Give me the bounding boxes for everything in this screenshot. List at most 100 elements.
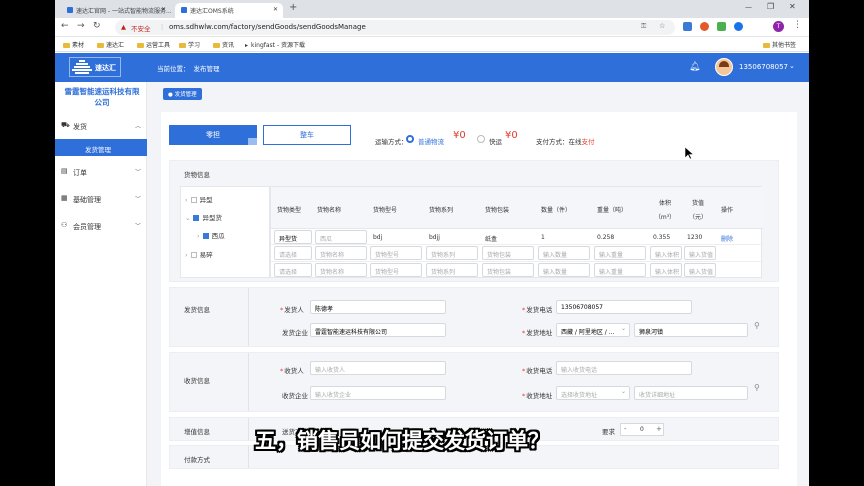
sidebar-item-basic[interactable]: ▦ 基础管理 ﹀ [55, 191, 147, 207]
receiver-company-input[interactable]: 输入收货企业 [310, 386, 446, 400]
back-icon[interactable]: ← [61, 21, 69, 31]
tab-ltl[interactable]: 零担 [169, 125, 257, 145]
delete-link[interactable]: 删除 [721, 234, 733, 243]
cell-type[interactable]: 请选择 [274, 263, 312, 277]
receiver-title: 收货信息 [184, 377, 210, 385]
cell-pack[interactable]: 纸盒 [485, 234, 497, 243]
sender-phone-input[interactable]: 13506708057 [556, 300, 692, 314]
other-bookmarks[interactable]: 其他书签 [763, 40, 796, 49]
receiver-region-select[interactable]: 选择收货地址 [556, 386, 630, 400]
extension-icon[interactable] [734, 22, 743, 31]
cell-value[interactable]: 输入货值 [684, 263, 716, 277]
cell-name[interactable]: 西瓜 [315, 230, 367, 244]
menu-kebab-icon[interactable]: ⋮ [793, 20, 802, 30]
close-icon[interactable]: ✕ [273, 6, 278, 13]
chevron-down-icon: ﹀ [135, 169, 142, 176]
bookmark-item[interactable]: 速达汇 [97, 40, 124, 49]
cell-pack[interactable]: 货物包装 [482, 246, 534, 260]
tree-node[interactable]: › 易碎 [185, 249, 213, 259]
cell-model[interactable]: bdj [373, 234, 382, 241]
url-box[interactable]: ▲ 不安全 | oms.sdhwlw.com/factory/sendGoods… [115, 20, 675, 35]
page-tag[interactable]: ● 发货管理 [163, 88, 202, 100]
sender-street-input[interactable]: 狮泉河镇 [634, 323, 748, 337]
cell-value[interactable]: 1230 [687, 234, 702, 241]
stepper-label: 要求 [602, 428, 615, 436]
cell-weight[interactable]: 输入重量 [594, 263, 646, 277]
restore-icon[interactable]: ❐ [767, 2, 774, 11]
cell-model[interactable]: 货物型号 [370, 263, 422, 277]
forward-icon[interactable]: → [77, 21, 85, 31]
tree-node[interactable]: › 西瓜 [197, 230, 225, 240]
bell-icon[interactable]: 🔔︎ [689, 62, 700, 72]
cell-type[interactable]: 异型货 [274, 230, 312, 244]
sidebar-item-orders[interactable]: ▤ 订单 ﹀ [55, 164, 147, 180]
cell-qty[interactable]: 1 [541, 234, 545, 241]
caret-right-icon: › [185, 196, 188, 204]
cell-weight[interactable]: 0.258 [597, 234, 614, 241]
bookmark-item[interactable]: 资讯 [213, 40, 234, 49]
sender-company-label: 发货企业 [282, 329, 308, 337]
cell-volume[interactable]: 输入体积 [650, 263, 682, 277]
tree-node[interactable]: ⌄ 异型货 [185, 212, 222, 222]
cell-name[interactable]: 货物名称 [315, 246, 367, 260]
cell-qty[interactable]: 输入数量 [538, 246, 590, 260]
tab-ftl[interactable]: 整车 [263, 125, 351, 145]
minus-button[interactable]: - [624, 425, 627, 433]
quantity-stepper[interactable]: - 0 + [620, 423, 664, 436]
map-pin-icon[interactable]: ⚲ [754, 383, 760, 392]
chevron-down-icon: ⌄ [621, 388, 627, 395]
reload-icon[interactable]: ↻ [93, 21, 101, 31]
map-pin-icon[interactable]: ⚲ [754, 321, 760, 330]
minimize-icon[interactable]: — [745, 3, 752, 11]
extension-icon[interactable] [717, 22, 726, 31]
bookmark-item[interactable]: ▸ kingfast - 资源下载 [245, 40, 305, 49]
profile-avatar-icon[interactable]: T [773, 21, 784, 32]
cell-model[interactable]: 货物型号 [370, 246, 422, 260]
cell-name[interactable]: 货物名称 [315, 263, 367, 277]
sidebar-item-members[interactable]: ⚇ 会员管理 ﹀ [55, 218, 147, 234]
receiver-phone-input[interactable]: 输入收货电话 [556, 361, 692, 375]
caret-right-icon: › [197, 232, 200, 240]
payment-title: 付款方式 [184, 456, 210, 464]
cell-series[interactable]: bdjj [429, 234, 440, 241]
cell-series[interactable]: 货物系列 [426, 246, 478, 260]
cell-qty[interactable]: 输入数量 [538, 263, 590, 277]
avatar[interactable] [715, 58, 733, 76]
bookmark-item[interactable]: 学习 [179, 40, 200, 49]
chevron-down-icon[interactable]: ⌄ [789, 62, 795, 70]
window-close-icon[interactable]: ✕ [789, 2, 796, 11]
user-phone: 13506708057 [739, 63, 788, 71]
mouse-cursor-icon [685, 147, 694, 160]
receiver-street-input[interactable]: 收货详细地址 [634, 386, 748, 400]
sender-company-input[interactable]: 雷霆智能速运科技有限公司 [310, 323, 446, 337]
cargo-table: 货物类型 货物名称 货物型号 货物系列 货物包装 数量（件） 重量（吨） 体积（… [270, 186, 763, 278]
new-tab-icon[interactable]: + [289, 2, 297, 13]
table-row: 异型货 西瓜 bdj bdjj 纸盒 1 0.258 0.355 1230 删除 [271, 229, 763, 245]
bookmark-item[interactable]: 素材 [63, 40, 84, 49]
cell-value[interactable]: 输入货值 [684, 246, 716, 260]
sender-person-input[interactable]: 陈德孝 [310, 300, 446, 314]
browser-tab[interactable]: 速达汇官网 - 一站式智能物流服务... ✕ [61, 3, 172, 18]
close-icon[interactable]: ✕ [161, 6, 166, 13]
receiver-phone-label: 收货电话 [522, 365, 552, 375]
sidebar-item-shipping[interactable]: ⛟ 发货 ︿ [55, 118, 147, 134]
sidebar-subitem-shipping-manage[interactable]: 发货管理 [55, 139, 147, 156]
cell-volume[interactable]: 0.355 [653, 234, 670, 241]
bookmark-item[interactable]: 运营工具 [137, 40, 170, 49]
star-icon[interactable]: ☆ [659, 22, 665, 30]
cell-volume[interactable]: 输入体积 [650, 246, 682, 260]
tree-node[interactable]: › 异型 [185, 194, 213, 204]
receiver-person-input[interactable]: 输入收货人 [310, 361, 446, 375]
cell-pack[interactable]: 货物包装 [482, 263, 534, 277]
cell-type[interactable]: 请选择 [274, 246, 312, 260]
sender-address-label: 发货地址 [522, 327, 552, 337]
extension-icon[interactable] [700, 22, 709, 31]
sender-region-select[interactable]: 西藏 / 阿里地区 / ... [556, 323, 630, 337]
key-icon[interactable]: ⚿ [641, 22, 646, 31]
value-added-title: 增值信息 [184, 428, 210, 436]
browser-tab-active[interactable]: 速达汇OMS系统 ✕ [175, 3, 283, 18]
plus-button[interactable]: + [656, 425, 662, 433]
extension-icon[interactable] [683, 22, 692, 31]
cell-series[interactable]: 货物系列 [426, 263, 478, 277]
cell-weight[interactable]: 输入重量 [594, 246, 646, 260]
